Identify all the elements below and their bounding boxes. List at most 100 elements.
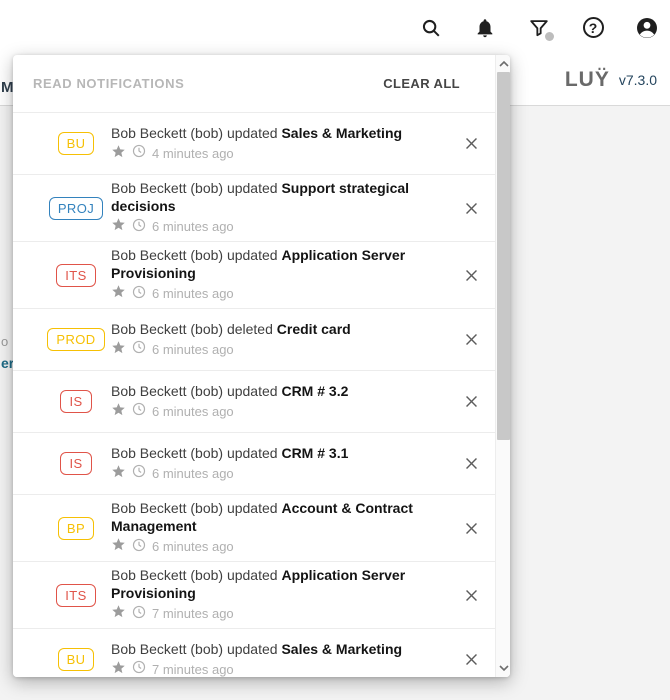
notification-time: 7 minutes ago: [152, 661, 234, 678]
notification-body: Bob Beckett (bob) updated Sales & Market…: [111, 124, 450, 164]
dismiss-notification-button[interactable]: [458, 389, 484, 415]
dismiss-notification-button[interactable]: [458, 582, 484, 608]
dismiss-notification-button[interactable]: [458, 451, 484, 477]
notification-item[interactable]: PROJ Bob Beckett (bob) updated Support s…: [13, 175, 510, 242]
badge-column: ITS: [49, 264, 103, 287]
badge-column: BU: [49, 648, 103, 671]
clear-all-button[interactable]: CLEAR ALL: [383, 76, 460, 91]
clock-icon: [132, 144, 146, 163]
notification-item[interactable]: BU Bob Beckett (bob) updated Sales & Mar…: [13, 629, 510, 677]
badge-column: PROD: [49, 328, 103, 351]
clock-icon: [132, 340, 146, 359]
notification-subject: CRM # 3.1: [281, 445, 348, 461]
badge-column: IS: [49, 390, 103, 413]
app-version: v7.3.0: [619, 72, 657, 88]
dismiss-notification-button[interactable]: [458, 262, 484, 288]
close-icon: [463, 267, 480, 284]
scrollbar-thumb[interactable]: [497, 72, 510, 440]
notification-title: Bob Beckett (bob) updated CRM # 3.2: [111, 382, 450, 400]
clock-icon: [132, 464, 146, 483]
filter-funnel-icon[interactable]: [527, 16, 551, 40]
notification-time: 6 minutes ago: [152, 538, 234, 556]
notification-item[interactable]: ITS Bob Beckett (bob) updated Applicatio…: [13, 242, 510, 309]
type-badge: IS: [60, 452, 91, 475]
clock-icon: [132, 538, 146, 557]
notification-item[interactable]: BU Bob Beckett (bob) updated Sales & Mar…: [13, 113, 510, 175]
notification-title: Bob Beckett (bob) deleted Credit card: [111, 320, 450, 338]
luy-logo: LUŸ: [565, 68, 610, 92]
star-icon: [111, 660, 126, 678]
notification-title: Bob Beckett (bob) updated Sales & Market…: [111, 124, 450, 142]
dismiss-notification-button[interactable]: [458, 327, 484, 353]
notification-item[interactable]: PROD Bob Beckett (bob) deleted Credit ca…: [13, 309, 510, 371]
notification-meta: 6 minutes ago: [111, 402, 450, 422]
notification-title: Bob Beckett (bob) updated Support strate…: [111, 179, 450, 215]
search-icon[interactable]: [419, 16, 443, 40]
clock-icon: [132, 605, 146, 624]
dismiss-notification-button[interactable]: [458, 647, 484, 673]
close-icon: [463, 455, 480, 472]
notification-item[interactable]: ITS Bob Beckett (bob) updated Applicatio…: [13, 562, 510, 629]
close-icon: [463, 393, 480, 410]
badge-column: BP: [49, 517, 103, 540]
close-icon: [463, 587, 480, 604]
dismiss-notification-button[interactable]: [458, 195, 484, 221]
notification-subject: Sales & Marketing: [281, 125, 402, 141]
dismiss-notification-button[interactable]: [458, 515, 484, 541]
type-badge: BU: [58, 648, 95, 671]
badge-column: BU: [49, 132, 103, 155]
occluded-page-text: o: [1, 334, 8, 349]
type-badge: BP: [58, 517, 94, 540]
notification-subject: Credit card: [277, 321, 351, 337]
close-icon: [463, 200, 480, 217]
notification-item[interactable]: IS Bob Beckett (bob) updated CRM # 3.1: [13, 433, 510, 495]
notification-time: 7 minutes ago: [152, 605, 234, 623]
account-icon[interactable]: [635, 16, 659, 40]
clock-icon: [132, 402, 146, 421]
panel-scrollbar[interactable]: [495, 55, 510, 677]
notification-title: Bob Beckett (bob) updated Sales & Market…: [111, 640, 450, 658]
notification-body: Bob Beckett (bob) updated Application Se…: [111, 566, 450, 624]
star-icon: [111, 340, 126, 360]
filter-status-dot: [545, 32, 554, 41]
star-icon: [111, 217, 126, 237]
notification-time: 6 minutes ago: [152, 285, 234, 303]
badge-column: IS: [49, 452, 103, 475]
notification-lead: Bob Beckett (bob) updated: [111, 641, 278, 657]
notifications-panel-header: READ NOTIFICATIONS CLEAR ALL: [13, 55, 510, 113]
notification-meta: 7 minutes ago: [111, 660, 450, 678]
type-badge: PROJ: [49, 197, 103, 220]
type-badge: PROD: [47, 328, 104, 351]
close-icon: [463, 651, 480, 668]
help-glyph: ?: [583, 17, 604, 38]
notification-lead: Bob Beckett (bob) deleted: [111, 321, 273, 337]
notification-item[interactable]: BP Bob Beckett (bob) updated Account & C…: [13, 495, 510, 562]
notification-time: 6 minutes ago: [152, 218, 234, 236]
close-icon: [463, 135, 480, 152]
notification-body: Bob Beckett (bob) updated Sales & Market…: [111, 640, 450, 678]
notification-title: Bob Beckett (bob) updated Account & Cont…: [111, 499, 450, 535]
star-icon: [111, 402, 126, 422]
scroll-up-icon[interactable]: [496, 56, 510, 72]
notification-body: Bob Beckett (bob) updated CRM # 3.1: [111, 444, 450, 484]
notification-lead: Bob Beckett (bob) updated: [111, 180, 278, 196]
panel-title: READ NOTIFICATIONS: [33, 76, 184, 91]
type-badge: BU: [58, 132, 95, 155]
star-icon: [111, 464, 126, 484]
badge-column: ITS: [49, 584, 103, 607]
star-icon: [111, 284, 126, 304]
star-icon: [111, 537, 126, 557]
notifications-bell-icon[interactable]: [473, 16, 497, 40]
scroll-down-icon[interactable]: [496, 660, 510, 676]
star-icon: [111, 604, 126, 624]
notification-body: Bob Beckett (bob) updated CRM # 3.2: [111, 382, 450, 422]
notification-time: 4 minutes ago: [152, 145, 234, 163]
notification-lead: Bob Beckett (bob) updated: [111, 247, 278, 263]
help-icon[interactable]: ?: [581, 16, 605, 40]
dismiss-notification-button[interactable]: [458, 131, 484, 157]
type-badge: IS: [60, 390, 91, 413]
notification-item[interactable]: IS Bob Beckett (bob) updated CRM # 3.2: [13, 371, 510, 433]
notification-meta: 6 minutes ago: [111, 284, 450, 304]
notification-lead: Bob Beckett (bob) updated: [111, 500, 278, 516]
notification-meta: 6 minutes ago: [111, 340, 450, 360]
